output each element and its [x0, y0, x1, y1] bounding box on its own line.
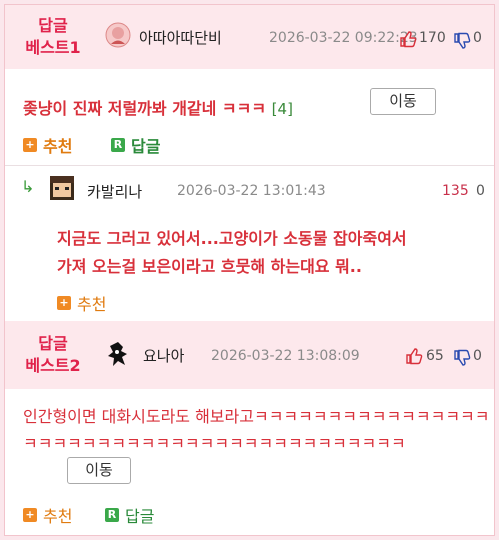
- reply-arrow-icon: ↳: [21, 177, 35, 196]
- move-button[interactable]: 이동: [67, 457, 131, 484]
- comment-date: 2026-03-22 13:01:43: [177, 183, 326, 199]
- reply-label: 답글: [125, 507, 155, 526]
- avatar[interactable]: [105, 22, 131, 48]
- author-nickname[interactable]: 요나아: [143, 345, 184, 366]
- recommend-label: 추천: [43, 137, 73, 156]
- comment-text: 인간형이면 대화시도라도 해보라고ㅋㅋㅋㅋㅋㅋㅋㅋㅋㅋㅋㅋㅋㅋㅋㅋㅋㅋㅋㅋㅋㅋㅋ…: [23, 407, 490, 453]
- comment-date: 2026-03-22 13:08:09: [211, 348, 360, 364]
- thumbs-down-icon[interactable]: [453, 32, 471, 50]
- comment-date: 2026-03-22 09:22:23: [269, 30, 418, 46]
- divider: [5, 165, 494, 166]
- reply-count[interactable]: [4]: [272, 100, 293, 118]
- recommend-button[interactable]: + 추천: [23, 133, 72, 157]
- best-badge: 답글 베스트1: [15, 15, 91, 59]
- best-badge: 답글 베스트2: [15, 333, 91, 377]
- best-badge-line2: 베스트1: [25, 38, 81, 57]
- comment-content: 인간형이면 대화시도라도 해보라고ㅋㅋㅋㅋㅋㅋㅋㅋㅋㅋㅋㅋㅋㅋㅋㅋㅋㅋㅋㅋㅋㅋㅋ…: [23, 403, 493, 457]
- best-badge-line1: 답글: [38, 334, 68, 353]
- reply-content: 지금도 그러고 있어서...고양이가 소동물 잡아죽여서 가져 오는걸 보은이라…: [57, 225, 407, 281]
- upvote-count: 135: [442, 183, 469, 199]
- recommend-button[interactable]: + 추천: [23, 503, 72, 527]
- comment-thread: 답글 베스트1 아따아따단비 2026-03-22 09:22:23 170 0…: [4, 4, 495, 536]
- reply-button[interactable]: R 답글: [105, 503, 154, 527]
- plus-square-icon: +: [57, 296, 71, 310]
- reply-label: 답글: [131, 137, 161, 156]
- upvote-count: 65: [426, 348, 444, 364]
- recommend-label: 추천: [77, 295, 107, 314]
- thumbs-up-icon[interactable]: [399, 30, 417, 48]
- avatar[interactable]: [47, 173, 77, 203]
- best-badge-line2: 베스트2: [25, 356, 81, 375]
- plus-square-icon: +: [23, 508, 37, 522]
- move-button[interactable]: 이동: [370, 88, 436, 115]
- avatar[interactable]: [103, 339, 133, 369]
- plus-square-icon: +: [23, 138, 37, 152]
- recommend-label: 추천: [43, 507, 73, 526]
- best-comment-header: 답글 베스트2 요나아 2026-03-22 13:08:09 65 0: [5, 321, 494, 389]
- r-square-icon: R: [105, 508, 119, 522]
- upvote-count: 170: [419, 30, 446, 46]
- r-square-icon: R: [111, 138, 125, 152]
- reply-text-line1: 지금도 그러고 있어서...고양이가 소동물 잡아죽여서: [57, 229, 407, 248]
- best-comment-header: 답글 베스트1 아따아따단비 2026-03-22 09:22:23 170 0: [5, 5, 494, 69]
- author-nickname[interactable]: 카발리나: [87, 181, 142, 202]
- reply-button[interactable]: R 답글: [111, 133, 160, 157]
- recommend-button[interactable]: + 추천: [57, 291, 106, 315]
- thumbs-down-icon[interactable]: [453, 349, 471, 367]
- author-nickname[interactable]: 아따아따단비: [139, 27, 222, 48]
- comment-content: 좆냥이 진짜 저럴까봐 개같네 ㅋㅋㅋ [4]: [23, 95, 293, 119]
- downvote-count: 0: [476, 183, 485, 199]
- comment-text: 좆냥이 진짜 저럴까봐 개같네 ㅋㅋㅋ: [23, 99, 267, 118]
- best-badge-line1: 답글: [38, 16, 68, 35]
- thumbs-up-icon[interactable]: [405, 347, 423, 365]
- downvote-count: 0: [473, 348, 482, 364]
- downvote-count: 0: [473, 30, 482, 46]
- reply-text-line2: 가져 오는걸 보은이라고 흐뭇해 하는대요 뭐..: [57, 257, 362, 276]
